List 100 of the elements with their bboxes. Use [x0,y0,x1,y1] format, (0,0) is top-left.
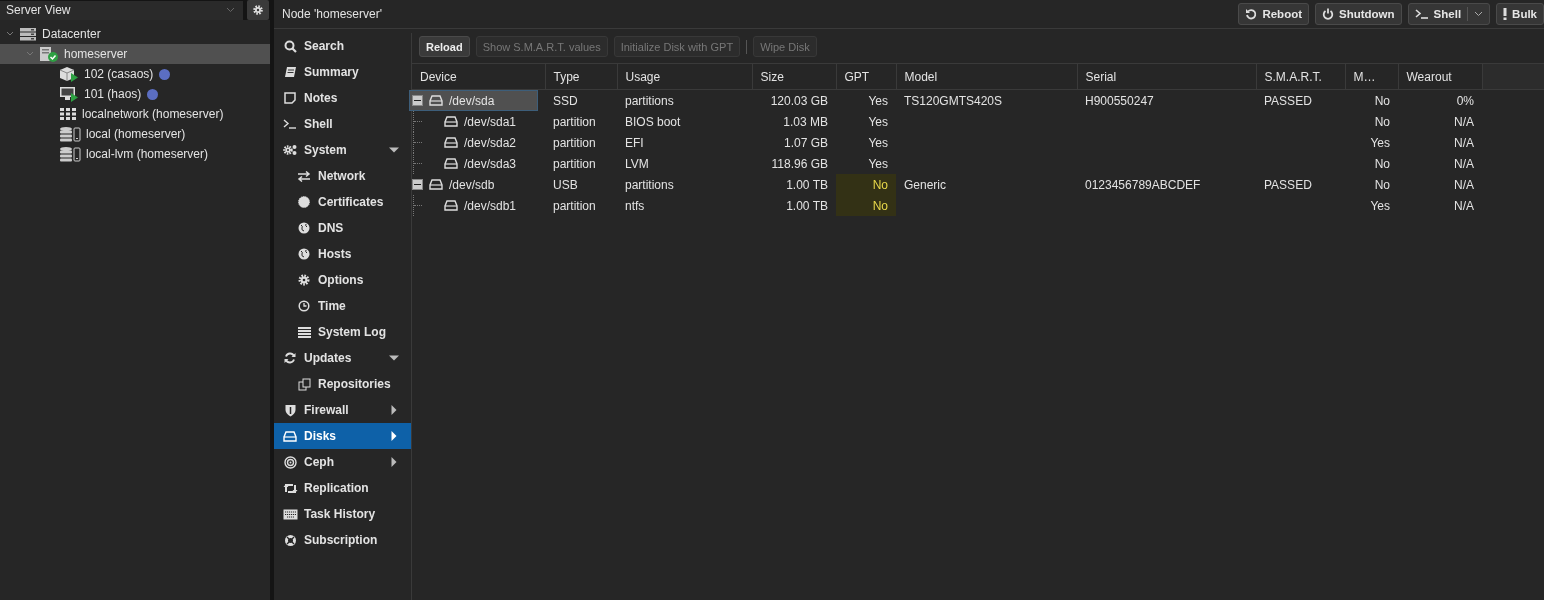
retweet-icon [282,482,298,494]
container-running-icon [59,66,79,82]
nav-item[interactable]: Hosts [274,241,411,267]
column-header[interactable]: GPT [836,63,896,90]
column-header[interactable]: Type [545,63,617,90]
clock-icon [298,300,310,312]
nav-item[interactable]: Replication [274,475,411,501]
table-cell-text: 1.03 MB [782,113,829,131]
nav-item[interactable]: Ceph [274,449,411,475]
table-cell-text: N/A [1453,134,1475,152]
database-icon [59,146,81,162]
nav-item[interactable]: Disks [274,423,411,449]
table-cell-text: No [1373,113,1391,131]
table-cell-text: No [1373,155,1391,173]
tree-item[interactable]: 101 (haos) [0,84,270,104]
table-cell-text: N/A [1453,155,1475,173]
column-header[interactable]: Device [412,63,545,90]
table-cell: SSD [545,89,617,111]
node-title: Node 'homeserver' [282,7,382,21]
table-cell: PASSED [1256,89,1345,111]
table-cell: TS120GMTS420S [896,89,1077,111]
device-name: /dev/sda3 [464,156,517,171]
nav-item[interactable]: Time [274,293,411,319]
device-name: /dev/sda2 [464,135,517,150]
chevron-down-icon [226,7,235,13]
monitor-running-icon [59,86,79,102]
reboot-button[interactable]: Reboot [1238,3,1309,25]
tree-item[interactable]: localnetwork (homeserver) [0,104,270,124]
settings-button[interactable] [247,0,269,20]
table-cell-text: partition [552,155,597,173]
column-header[interactable]: Serial [1077,63,1256,90]
collapse-icon[interactable] [412,95,423,106]
nav-item[interactable]: Notes [274,85,411,111]
table-cell-text: Yes [1369,134,1391,152]
nav-item[interactable]: Options [274,267,411,293]
tree-item[interactable]: homeserver [0,44,270,64]
table-cell-text: N/A [1453,176,1475,194]
nav-item[interactable]: Subscription [274,527,411,553]
device-name: /dev/sdb [449,177,495,192]
exchange-icon [297,170,311,182]
column-header[interactable]: S.M.A.R.T. [1256,63,1345,90]
database-icon [59,126,81,142]
server-online-icon [39,46,59,62]
tree-item[interactable]: local (homeserver) [0,124,270,144]
view-selector[interactable]: Server View [0,0,243,20]
toolbar-button[interactable]: Reload [419,36,470,57]
nav-item[interactable]: Summary [274,59,411,85]
nav-item[interactable]: Task History [274,501,411,527]
table-cell-text: No [1373,176,1391,194]
book-icon [283,66,297,78]
table-cell-text: partition [552,134,597,152]
nav-item[interactable]: Network [274,163,411,189]
column-header[interactable]: Usage [617,63,752,90]
column-header[interactable]: Model [896,63,1077,90]
hard-drive-icon [444,200,458,211]
nav-item[interactable]: Firewall [274,397,411,423]
table-cell-text: USB [552,176,579,194]
table-cell-text: BIOS boot [624,113,682,131]
tree-item[interactable]: local-lvm (homeserver) [0,144,270,164]
table-cell-text: EFI [624,134,645,152]
nav-item[interactable]: Updates [274,345,411,371]
globe-icon [298,248,310,260]
hard-drive-icon [429,95,443,106]
globe-icon [298,222,310,234]
hard-drive-icon [444,158,458,169]
table-cell: 120.03 GB [752,89,836,111]
column-header[interactable]: M… [1345,63,1398,90]
tree-item[interactable]: 102 (casaos) [0,64,270,84]
shell-button[interactable]: Shell [1407,3,1491,25]
column-header[interactable]: Wearout [1398,63,1482,90]
collapse-icon[interactable] [412,179,423,190]
table-cell-text: Yes [1369,197,1391,215]
table-cell-text: 1.07 GB [782,134,829,152]
hard-drive-icon [429,179,443,190]
bulk-actions-button[interactable]: Bulk [1496,3,1544,25]
nav-item[interactable]: Search [274,33,411,59]
nav-item[interactable]: System [274,137,411,163]
table-cell-text: partitions [624,176,675,194]
gear-icon [298,274,310,286]
table-cell-text: partition [552,113,597,131]
nav-item[interactable]: Certificates [274,189,411,215]
table-cell-text: 0123456789ABCDEF [1084,176,1202,194]
shutdown-button[interactable]: Shutdown [1315,3,1402,25]
table-cell: Yes [836,89,896,111]
settings-icon [252,4,264,16]
table-cell: partitions [617,89,752,111]
table-cell: No [836,174,896,195]
hard-drive-icon [444,137,458,148]
column-header[interactable]: Size [752,63,836,90]
shield-icon [284,403,296,417]
table-cell: Yes [836,153,896,174]
table-cell: No [836,195,896,216]
nav-item[interactable]: Repositories [274,371,411,397]
certificate-icon [298,196,310,208]
nav-item[interactable]: Shell [274,111,411,137]
nav-item[interactable]: DNS [274,215,411,241]
tree-item[interactable]: Datacenter [0,24,270,44]
terminal-icon [1414,9,1429,19]
gears-icon [282,144,298,156]
nav-item[interactable]: System Log [274,319,411,345]
